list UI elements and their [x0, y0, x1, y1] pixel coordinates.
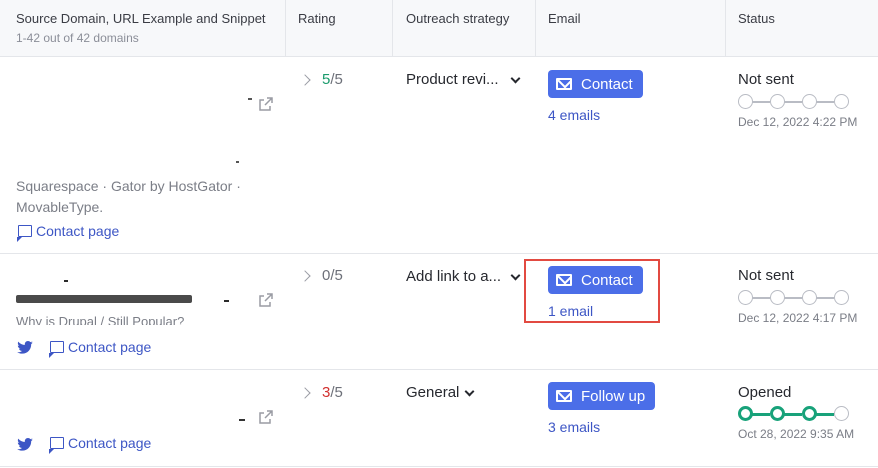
outreach-strategy-select[interactable]: Add link to a...: [406, 266, 531, 290]
progress-connector: [752, 297, 770, 299]
caret-down-icon: [510, 73, 521, 84]
highlight-box: [524, 259, 660, 323]
table-row: Contact page 3/5 General Follow up 3 ema…: [0, 370, 878, 467]
status-text: Opened: [738, 384, 792, 401]
status-text: Not sent: [738, 267, 794, 284]
table-header: Source Domain, URL Example and Snippet 1…: [0, 0, 878, 57]
email-count-link[interactable]: 3 emails: [548, 419, 600, 435]
outreach-strategy-value: Product revi...: [406, 71, 499, 88]
redacted-text: [64, 280, 68, 282]
progress-step-dot: [770, 406, 785, 421]
progress-connector: [784, 101, 802, 103]
follow-up-button[interactable]: Follow up: [548, 382, 656, 410]
caret-down-icon: [464, 386, 475, 397]
outreach-strategy-select[interactable]: General: [406, 382, 486, 406]
rating-max: /5: [330, 384, 343, 401]
status-date: Dec 12, 2022 4:17 PM: [738, 311, 858, 325]
progress-step-dot: [738, 406, 753, 421]
progress-connector: [816, 101, 834, 103]
external-link-icon[interactable]: [259, 97, 273, 111]
progress-step-dot: [834, 290, 849, 305]
progress-step-dot: [834, 94, 849, 109]
follow-up-button-label: Follow up: [581, 387, 646, 405]
table-row: Squarespace · Gator by HostGator · Movab…: [0, 57, 878, 254]
redacted-text: [236, 161, 239, 163]
progress-step-dot: [738, 94, 753, 109]
header-rating-title: Rating: [298, 11, 336, 26]
header-email-title: Email: [548, 11, 581, 26]
contact-page-link[interactable]: Contact page: [48, 338, 168, 358]
progress-connector: [752, 412, 770, 416]
contact-page-label: Contact page: [68, 435, 152, 451]
progress-step-dot: [802, 94, 817, 109]
external-link-icon[interactable]: [259, 410, 273, 424]
outreach-strategy-value: Add link to a...: [406, 268, 502, 285]
progress-connector: [784, 297, 802, 299]
progress-connector: [816, 297, 834, 299]
email-count-link[interactable]: 4 emails: [548, 107, 600, 123]
external-link-icon[interactable]: [259, 293, 273, 307]
outreach-strategy-select[interactable]: Product revi...: [406, 69, 531, 93]
progress-step-dot: [738, 290, 753, 305]
contact-page-label: Contact page: [68, 339, 152, 355]
header-status[interactable]: Status: [726, 0, 878, 57]
twitter-icon[interactable]: [17, 341, 33, 354]
chat-bubble-icon: [49, 341, 64, 358]
redacted-url: [248, 98, 252, 100]
progress-step-dot: [834, 406, 849, 421]
progress-step-dot: [802, 290, 817, 305]
snippet-line: Squarespace · Gator by HostGator ·: [16, 178, 241, 194]
twitter-icon[interactable]: [17, 438, 33, 451]
status-date: Dec 12, 2022 4:22 PM: [738, 115, 858, 129]
envelope-icon: [556, 390, 572, 402]
progress-connector: [784, 412, 802, 416]
contact-button-label: Contact: [581, 75, 633, 93]
rating: 5/5: [322, 71, 343, 88]
contact-page-link[interactable]: Contact page: [16, 222, 136, 242]
chevron-right-icon[interactable]: [299, 270, 311, 282]
rating: 3/5: [322, 384, 343, 401]
snippet-line: MovableType.: [16, 199, 104, 215]
header-rating[interactable]: Rating: [286, 0, 393, 57]
chevron-right-icon[interactable]: [299, 74, 311, 86]
rating-max: /5: [330, 267, 343, 284]
rating-max: /5: [330, 71, 343, 88]
contact-page-link[interactable]: Contact page: [48, 434, 168, 454]
contact-page-label: Contact page: [36, 223, 120, 239]
contact-button[interactable]: Contact: [548, 70, 643, 98]
status-progress: [738, 94, 850, 110]
redacted-url: [239, 419, 245, 421]
progress-connector: [816, 412, 834, 416]
redacted-text: [224, 300, 229, 302]
redacted-url: [16, 295, 192, 303]
progress-step-dot: [770, 290, 785, 305]
envelope-icon: [556, 78, 572, 90]
chat-bubble-icon: [49, 437, 64, 454]
outreach-strategy-value: General: [406, 384, 460, 401]
progress-step-dot: [770, 94, 785, 109]
status-progress: [738, 406, 850, 422]
progress-step-dot: [802, 406, 817, 421]
header-source-title: Source Domain, URL Example and Snippet: [16, 11, 266, 26]
snippet-line: Why is Drupal / Still Popular?: [16, 315, 185, 325]
status-progress: [738, 290, 850, 306]
header-outreach-title: Outreach strategy: [406, 11, 510, 26]
header-source-count: 1-42 out of 42 domains: [16, 31, 139, 45]
chat-bubble-icon: [17, 225, 32, 242]
table-row: Why is Drupal / Still Popular? Contact p…: [0, 254, 878, 370]
status-text: Not sent: [738, 71, 794, 88]
header-source[interactable]: Source Domain, URL Example and Snippet 1…: [0, 0, 286, 57]
status-date: Oct 28, 2022 9:35 AM: [738, 427, 855, 441]
header-outreach[interactable]: Outreach strategy: [393, 0, 536, 57]
rating: 0/5: [322, 267, 343, 284]
chevron-right-icon[interactable]: [299, 387, 311, 399]
header-status-title: Status: [738, 11, 775, 26]
header-email[interactable]: Email: [536, 0, 726, 57]
progress-connector: [752, 101, 770, 103]
caret-down-icon: [510, 270, 521, 281]
